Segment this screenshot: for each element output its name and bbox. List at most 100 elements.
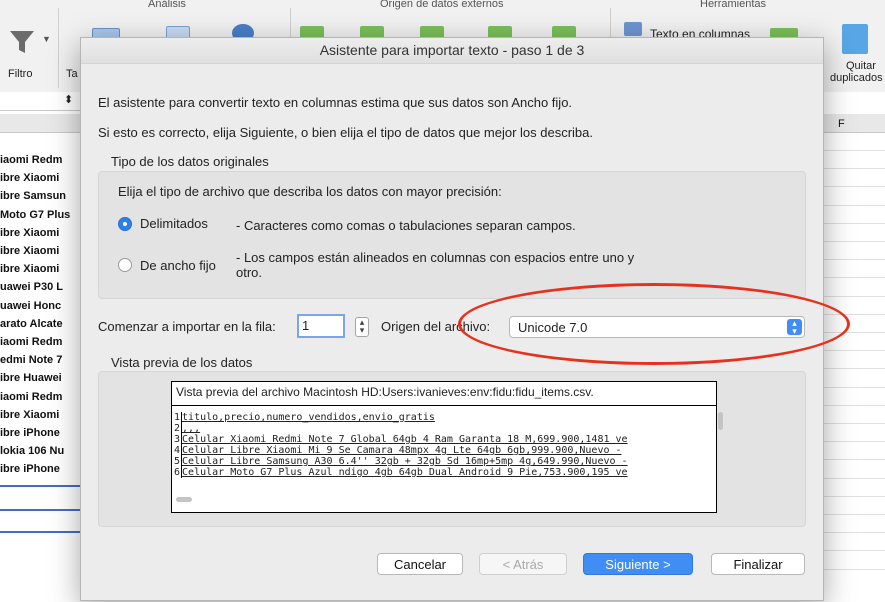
preview-line-number: 6 (174, 467, 183, 478)
cell-text[interactable]: iaomi Redm (0, 154, 62, 166)
cell-text[interactable]: Moto G7 Plus (0, 209, 70, 221)
gridline (820, 222, 885, 224)
gridline (820, 532, 885, 534)
cell-text[interactable]: iaomi Redm (0, 391, 62, 403)
intro-text-1: El asistente para convertir texto en col… (98, 95, 573, 110)
preview-group-title: Vista previa de los datos (111, 355, 253, 370)
type-prompt: Elija el tipo de archivo que describa lo… (118, 184, 502, 199)
preview-lines: 1 titulo,precio,numero_vendidos,envio_gra… (174, 412, 710, 492)
cell-text[interactable]: arato Alcate (0, 318, 63, 330)
gridline (820, 477, 885, 479)
cell-text[interactable]: ibre Xiaomi (0, 263, 59, 275)
cell-text[interactable]: ibre Xiaomi (0, 172, 59, 184)
next-button[interactable]: Siguiente > (583, 553, 693, 575)
gridline (820, 568, 885, 570)
start-row-stepper[interactable]: ▴ ▾ (355, 317, 369, 337)
radio-delimited[interactable] (118, 217, 132, 231)
selection-line (0, 509, 80, 511)
preview-line: 5 Celular Libre Samsung A30 6.4'' 32gb + … (174, 456, 710, 467)
gridline (820, 186, 885, 188)
cell-text[interactable]: iaomi Redm (0, 336, 62, 348)
start-row-label: Comenzar a importar en la fila: (98, 319, 276, 334)
preview-line: 2,,, (174, 423, 710, 434)
gridline (820, 168, 885, 170)
gridline (820, 259, 885, 261)
cell-text[interactable]: ibre iPhone (0, 427, 60, 439)
gridline (820, 204, 885, 206)
stepper-icon[interactable]: ⬍ (64, 93, 73, 106)
gridline (820, 150, 885, 151)
back-button[interactable]: < Atrás (479, 553, 567, 575)
start-row-value: 1 (302, 318, 310, 333)
gridline (820, 495, 885, 497)
desc-fixed-width-1: - Los campos están alineados en columnas… (236, 250, 635, 265)
gridline (820, 350, 885, 352)
preview-vscroll[interactable] (718, 412, 723, 430)
cell-text[interactable]: uawei Honc (0, 300, 61, 312)
remove-duplicates-label[interactable]: Quitar (846, 60, 876, 72)
filter-button[interactable]: ▼ Filtro (4, 24, 56, 86)
preview-line: 3 Celular Xiaomi Redmi Note 7 Global 64gb… (174, 434, 710, 445)
chevron-down-icon: ▼ (42, 34, 51, 44)
preview-line-text: titulo,precio,numero_vendidos,envio_grat… (182, 412, 435, 423)
table-label: Ta (66, 68, 78, 80)
cell-text[interactable]: uawei P30 L (0, 281, 63, 293)
cell-text[interactable]: ibre Huawei (0, 372, 62, 384)
gridline (820, 459, 885, 461)
preview-line-text: Celular Libre Samsung A30 6.4'' 32gb + 3… (182, 456, 628, 467)
cell-text[interactable]: ibre iPhone (0, 463, 60, 475)
preview-line-text: Celular Libre Xiaomi Mi 9 Se Camara 48mp… (182, 445, 622, 456)
column-header-f[interactable]: F (838, 118, 845, 130)
ribbon-group-analysis: Análisis (148, 0, 186, 10)
preview-header: Vista previa del archivo Macintosh HD:Us… (176, 385, 594, 399)
radio-fixed-width[interactable] (118, 258, 132, 272)
gridline (820, 514, 885, 515)
text-to-columns-icon[interactable] (624, 22, 642, 36)
cell-text[interactable]: ibre Xiaomi (0, 409, 59, 421)
preview-line-number: 5 (174, 456, 183, 467)
dialog-title: Asistente para importar texto - paso 1 d… (81, 38, 823, 64)
preview-hscroll[interactable] (176, 497, 192, 502)
gridline (820, 386, 885, 388)
name-box[interactable]: ⬍ (0, 92, 80, 111)
label-fixed-width[interactable]: De ancho fijo (140, 258, 216, 273)
gridline (820, 550, 885, 552)
gridline (820, 295, 885, 297)
selection-line (0, 531, 80, 533)
cell-text[interactable]: ibre Xiaomi (0, 245, 59, 257)
cell-text[interactable]: ibre Samsun (0, 190, 66, 202)
preview-line-number: 3 (174, 434, 183, 445)
preview-line-text: Celular Xiaomi Redmi Note 7 Global 64gb … (182, 434, 628, 445)
stepper-down-icon[interactable]: ▾ (360, 325, 365, 335)
finish-button[interactable]: Finalizar (711, 553, 805, 575)
selection-line (0, 485, 80, 487)
ribbon-group-external-data: Origen de datos externos (380, 0, 504, 10)
data-preview[interactable]: Vista previa del archivo Macintosh HD:Us… (171, 381, 723, 513)
ribbon-group-tools: Herramientas (700, 0, 767, 10)
desc-delimited: - Caracteres como comas o tabulaciones s… (236, 218, 576, 233)
cell-text[interactable]: edmi Note 7 (0, 354, 62, 366)
cancel-button[interactable]: Cancelar (377, 553, 463, 575)
start-row-input[interactable]: 1 (297, 314, 345, 338)
gridline (820, 404, 885, 406)
gridline (820, 423, 885, 424)
preview-line-number: 1 (174, 412, 183, 423)
cell-text[interactable]: ibre Xiaomi (0, 227, 59, 239)
filter-label: Filtro (8, 68, 33, 80)
preview-divider (172, 405, 716, 406)
preview-line: 1 titulo,precio,numero_vendidos,envio_gra… (174, 412, 710, 423)
funnel-icon (10, 31, 34, 53)
type-group-title: Tipo de los datos originales (111, 154, 269, 169)
gridline (820, 441, 885, 443)
gridline (820, 368, 885, 370)
remove-duplicates-label[interactable]: duplicados (830, 72, 883, 84)
desc-fixed-width-2: otro. (236, 265, 263, 280)
remove-duplicates-icon[interactable] (842, 24, 868, 54)
preview-line: 6 Celular Moto G7 Plus Azul ndigo 4gb 64g… (174, 467, 710, 478)
preview-line: 4 Celular Libre Xiaomi Mi 9 Se Camara 48m… (174, 445, 710, 456)
preview-line-number: 4 (174, 445, 183, 456)
preview-line-text: ,,, (182, 423, 201, 434)
label-delimited[interactable]: Delimitados (140, 216, 208, 231)
preview-line-text: Celular Moto G7 Plus Azul ndigo 4gb 64gb… (182, 467, 628, 478)
cell-text[interactable]: lokia 106 Nu (0, 445, 64, 457)
